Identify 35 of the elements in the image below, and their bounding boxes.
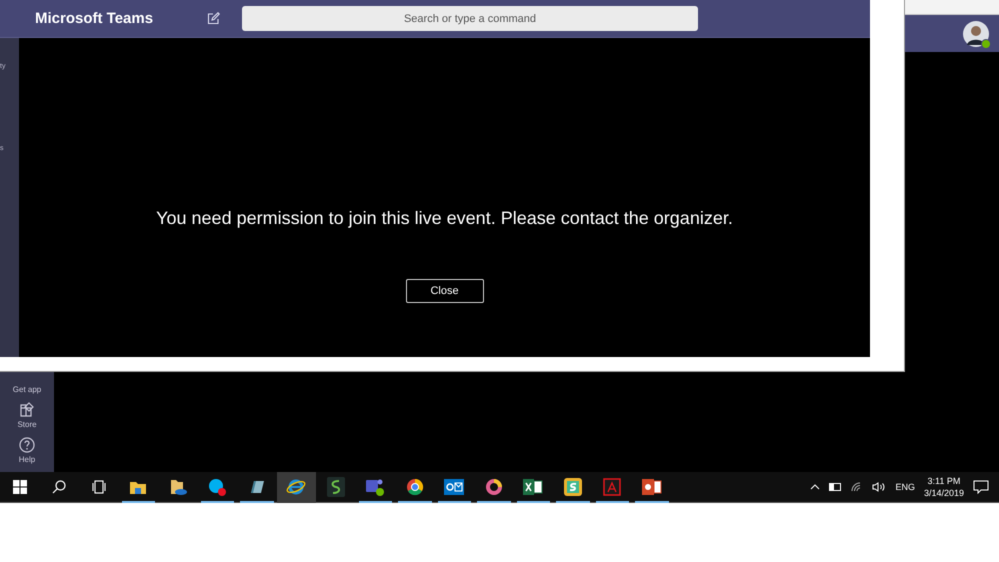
app-title: Microsoft Teams	[35, 10, 154, 27]
task-view-icon	[90, 480, 108, 494]
rail-item[interactable]: Store	[17, 402, 37, 429]
compose-icon[interactable]	[207, 12, 220, 25]
status-dot	[981, 38, 991, 48]
ring-icon	[484, 478, 503, 496]
chevron-up-icon[interactable]	[810, 483, 820, 491]
store-icon	[19, 402, 35, 418]
taskbar-app[interactable]	[276, 472, 316, 502]
clock[interactable]: 3:11 PM 3/14/2019	[924, 476, 964, 498]
rail-item[interactable]: Help	[18, 437, 36, 464]
pdf-icon	[603, 478, 622, 496]
letter-s-tile-icon	[326, 477, 345, 497]
close-button[interactable]: Close	[406, 279, 484, 303]
ie-icon	[286, 478, 306, 496]
search-icon	[52, 480, 66, 494]
rail-item[interactable]: Get app	[12, 385, 42, 394]
windows-icon	[12, 480, 27, 494]
search-field[interactable]: Search or type a command	[242, 6, 698, 31]
help-icon	[18, 437, 35, 453]
teams-icon	[365, 477, 386, 497]
mail-tile-icon	[444, 479, 464, 495]
slides-icon	[642, 478, 662, 496]
s-tile-icon	[564, 478, 582, 496]
notification-icon[interactable]	[973, 480, 989, 494]
chrome-icon	[406, 478, 424, 496]
permission-message: You need permission to join this live event. Please contact the organizer.	[156, 208, 733, 229]
folder-icon	[129, 479, 148, 495]
skype-icon	[207, 477, 228, 497]
speaker-icon[interactable]	[872, 482, 886, 492]
language-indicator[interactable]: ENG	[895, 482, 915, 492]
avatar[interactable]	[963, 20, 989, 46]
battery-icon[interactable]	[829, 483, 842, 491]
spreadsheet-icon	[523, 478, 544, 496]
folder-cloud-icon	[168, 478, 187, 496]
